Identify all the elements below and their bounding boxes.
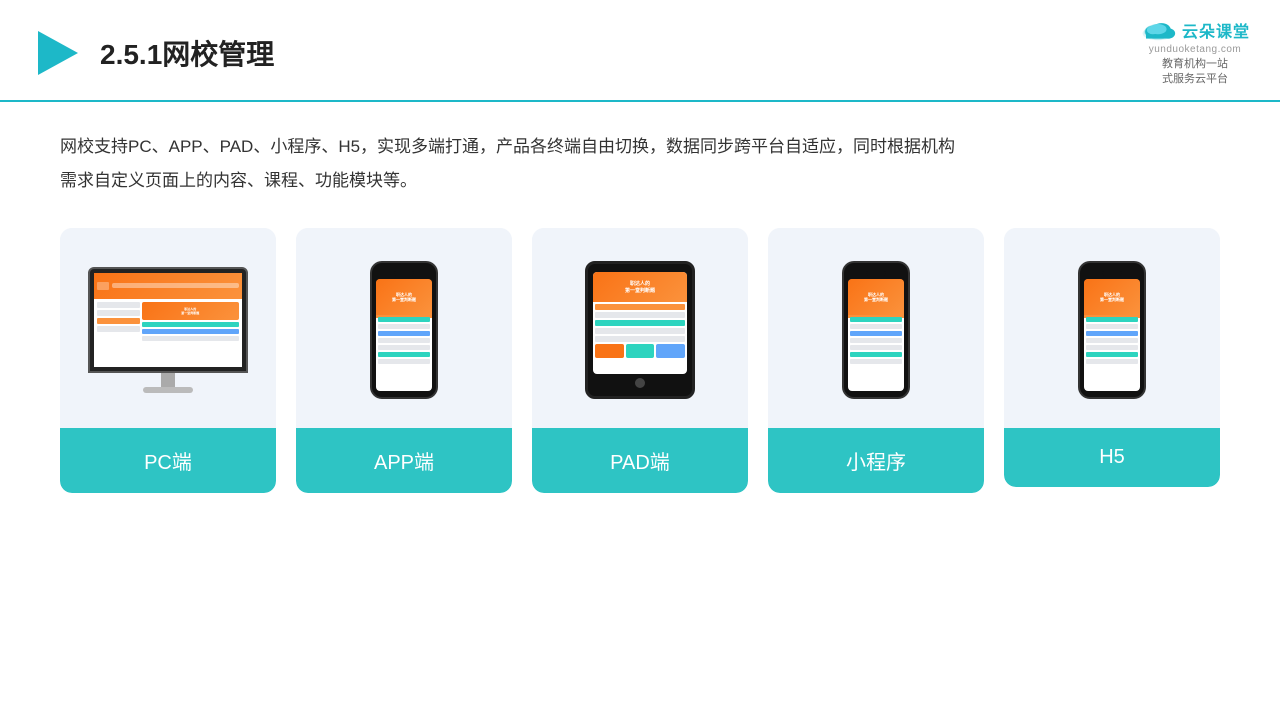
phone-header-bar-miniapp: 职达人的第一堂判断题 [848, 279, 904, 315]
phone-header-text-h5: 职达人的第一堂判断题 [1100, 292, 1124, 302]
card-pc-image: 职达人的第一堂判断题 [60, 228, 276, 428]
miniapp-row-4 [850, 338, 902, 343]
card-pc-label: PC端 [60, 428, 276, 493]
phone-header-text-miniapp: 职达人的第一堂判断题 [864, 292, 888, 302]
tablet-home-btn [635, 378, 645, 388]
phone-row-3 [378, 331, 430, 336]
miniapp-row-6 [850, 352, 902, 357]
miniapp-row-7 [850, 359, 902, 364]
card-app: 职达人的第一堂判断题 APP端 [296, 228, 512, 493]
phone-row-7 [378, 359, 430, 364]
card-miniapp-image: 职达人的第一堂判断题 [768, 228, 984, 428]
card-h5: 职达人的第一堂判断题 H5 [1004, 228, 1220, 487]
h5-row-7 [1086, 359, 1138, 364]
card-h5-image: 职达人的第一堂判断题 [1004, 228, 1220, 428]
card-pad: 职达人的第一堂判断题 [532, 228, 748, 493]
card-pad-label: PAD端 [532, 428, 748, 493]
tablet-screen: 职达人的第一堂判断题 [593, 272, 687, 374]
pc-monitor: 职达人的第一堂判断题 [88, 267, 248, 393]
h5-row-2 [1086, 324, 1138, 329]
h5-row-6 [1086, 352, 1138, 357]
phone-row-4 [378, 338, 430, 343]
card-miniapp: 职达人的第一堂判断题 小程序 [768, 228, 984, 493]
h5-row-5 [1086, 345, 1138, 350]
tablet-row-3 [595, 320, 685, 326]
header: 2.5.1网校管理 云朵课堂 yunduoketang.com 教育机构一站式服… [0, 0, 1280, 102]
miniapp-row-2 [850, 324, 902, 329]
tablet-mockup: 职达人的第一堂判断题 [585, 261, 695, 399]
phone-row-1 [378, 317, 430, 322]
phone-mockup-h5: 职达人的第一堂判断题 [1078, 261, 1146, 399]
header-left: 2.5.1网校管理 [30, 27, 274, 79]
phone-row-2 [378, 324, 430, 329]
card-h5-label: H5 [1004, 428, 1220, 487]
tablet-row-2 [595, 312, 685, 318]
phone-screen-app: 职达人的第一堂判断题 [376, 279, 432, 391]
description-text: 网校支持PC、APP、PAD、小程序、H5，实现多端打通，产品各终端自由切换，数… [60, 130, 1220, 198]
tablet-screen-body [593, 302, 687, 360]
miniapp-row-5 [850, 345, 902, 350]
phone-body-h5 [1084, 315, 1140, 368]
phone-header-bar-app: 职达人的第一堂判断题 [376, 279, 432, 315]
pc-stand-neck [161, 373, 175, 387]
h5-row-4 [1086, 338, 1138, 343]
phone-screen-miniapp: 职达人的第一堂判断题 [848, 279, 904, 391]
phone-header-bar-h5: 职达人的第一堂判断题 [1084, 279, 1140, 315]
logo-text-en: yunduoketang.com [1149, 44, 1242, 55]
card-pc: 职达人的第一堂判断题 [60, 228, 276, 493]
main-content: 网校支持PC、APP、PAD、小程序、H5，实现多端打通，产品各终端自由切换，数… [0, 102, 1280, 513]
phone-mockup-miniapp: 职达人的第一堂判断题 [842, 261, 910, 399]
phone-row-5 [378, 345, 430, 350]
page-title: 2.5.1网校管理 [100, 33, 274, 73]
card-app-image: 职达人的第一堂判断题 [296, 228, 512, 428]
phone-mockup-app: 职达人的第一堂判断题 [370, 261, 438, 399]
logo-cloud: 云朵课堂 [1140, 18, 1250, 42]
miniapp-row-1 [850, 317, 902, 322]
logo-text-cn: 云朵课堂 [1182, 18, 1250, 42]
logo-area: 云朵课堂 yunduoketang.com 教育机构一站式服务云平台 [1140, 18, 1250, 88]
phone-row-6 [378, 352, 430, 357]
tablet-row-4 [595, 328, 685, 334]
phone-notch-h5 [1102, 271, 1122, 276]
play-icon [30, 27, 82, 79]
card-pad-image: 职达人的第一堂判断题 [532, 228, 748, 428]
logo-tagline: 教育机构一站式服务云平台 [1162, 57, 1228, 88]
tablet-row-5 [595, 336, 685, 342]
phone-notch-app [394, 271, 414, 276]
tablet-screen-header: 职达人的第一堂判断题 [593, 272, 687, 303]
phone-notch-miniapp [866, 271, 886, 276]
cloud-icon [1140, 18, 1176, 42]
cards-container: 职达人的第一堂判断题 [60, 228, 1220, 493]
phone-body-miniapp [848, 315, 904, 368]
pc-screen-content: 职达人的第一堂判断题 [94, 273, 242, 367]
card-miniapp-label: 小程序 [768, 428, 984, 493]
phone-header-text-app: 职达人的第一堂判断题 [392, 292, 416, 302]
phone-body-app [376, 315, 432, 368]
tablet-header-text: 职达人的第一堂判断题 [625, 280, 655, 294]
card-app-label: APP端 [296, 428, 512, 493]
pc-stand-base [143, 387, 193, 393]
phone-screen-h5: 职达人的第一堂判断题 [1084, 279, 1140, 391]
miniapp-row-3 [850, 331, 902, 336]
pc-screen-outer: 职达人的第一堂判断题 [88, 267, 248, 373]
h5-row-1 [1086, 317, 1138, 322]
h5-row-3 [1086, 331, 1138, 336]
tablet-row-1 [595, 304, 685, 310]
